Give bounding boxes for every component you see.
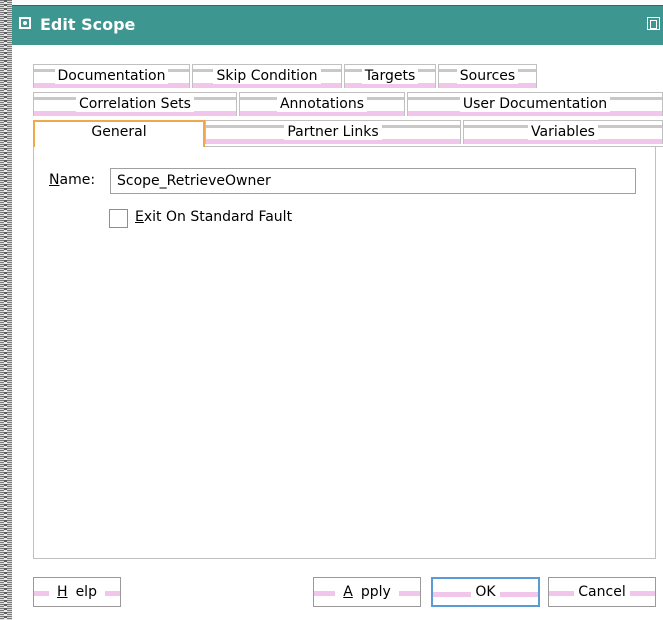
tab-targets[interactable]: Targets <box>344 64 436 88</box>
exit-on-standard-fault-label[interactable]: Exit On Standard Fault <box>135 209 292 225</box>
tab-variables[interactable]: Variables <box>463 120 663 144</box>
window-menu-icon[interactable] <box>19 17 31 29</box>
ok-button[interactable]: OK <box>431 577 540 607</box>
tab-skip-condition[interactable]: Skip Condition <box>192 64 342 88</box>
name-label: Name: <box>49 172 96 188</box>
exit-on-standard-fault-checkbox[interactable] <box>109 209 128 228</box>
tab-partner-links[interactable]: Partner Links <box>205 120 461 144</box>
maximize-icon[interactable] <box>647 17 660 30</box>
tab-user-documentation[interactable]: User Documentation <box>407 92 663 116</box>
title-bar[interactable]: Edit Scope <box>12 5 663 45</box>
help-button[interactable]: Help <box>33 577 121 607</box>
tab-correlation-sets[interactable]: Correlation Sets <box>33 92 237 116</box>
apply-button[interactable]: Apply <box>313 577 421 607</box>
tab-annotations[interactable]: Annotations <box>239 92 405 116</box>
tab-row-1: Documentation Skip Condition Targets Sou… <box>33 64 537 88</box>
tab-row-2: Correlation Sets Annotations User Docume… <box>33 92 663 116</box>
general-panel <box>33 146 656 559</box>
window-left-border <box>0 0 12 620</box>
name-input[interactable] <box>110 168 636 194</box>
cancel-button[interactable]: Cancel <box>548 577 656 607</box>
window-title: Edit Scope <box>40 15 136 34</box>
tab-documentation[interactable]: Documentation <box>33 64 190 88</box>
tab-row-3: General Partner Links Variables <box>33 120 663 147</box>
tab-general[interactable]: General <box>33 120 205 147</box>
tab-sources[interactable]: Sources <box>438 64 537 88</box>
